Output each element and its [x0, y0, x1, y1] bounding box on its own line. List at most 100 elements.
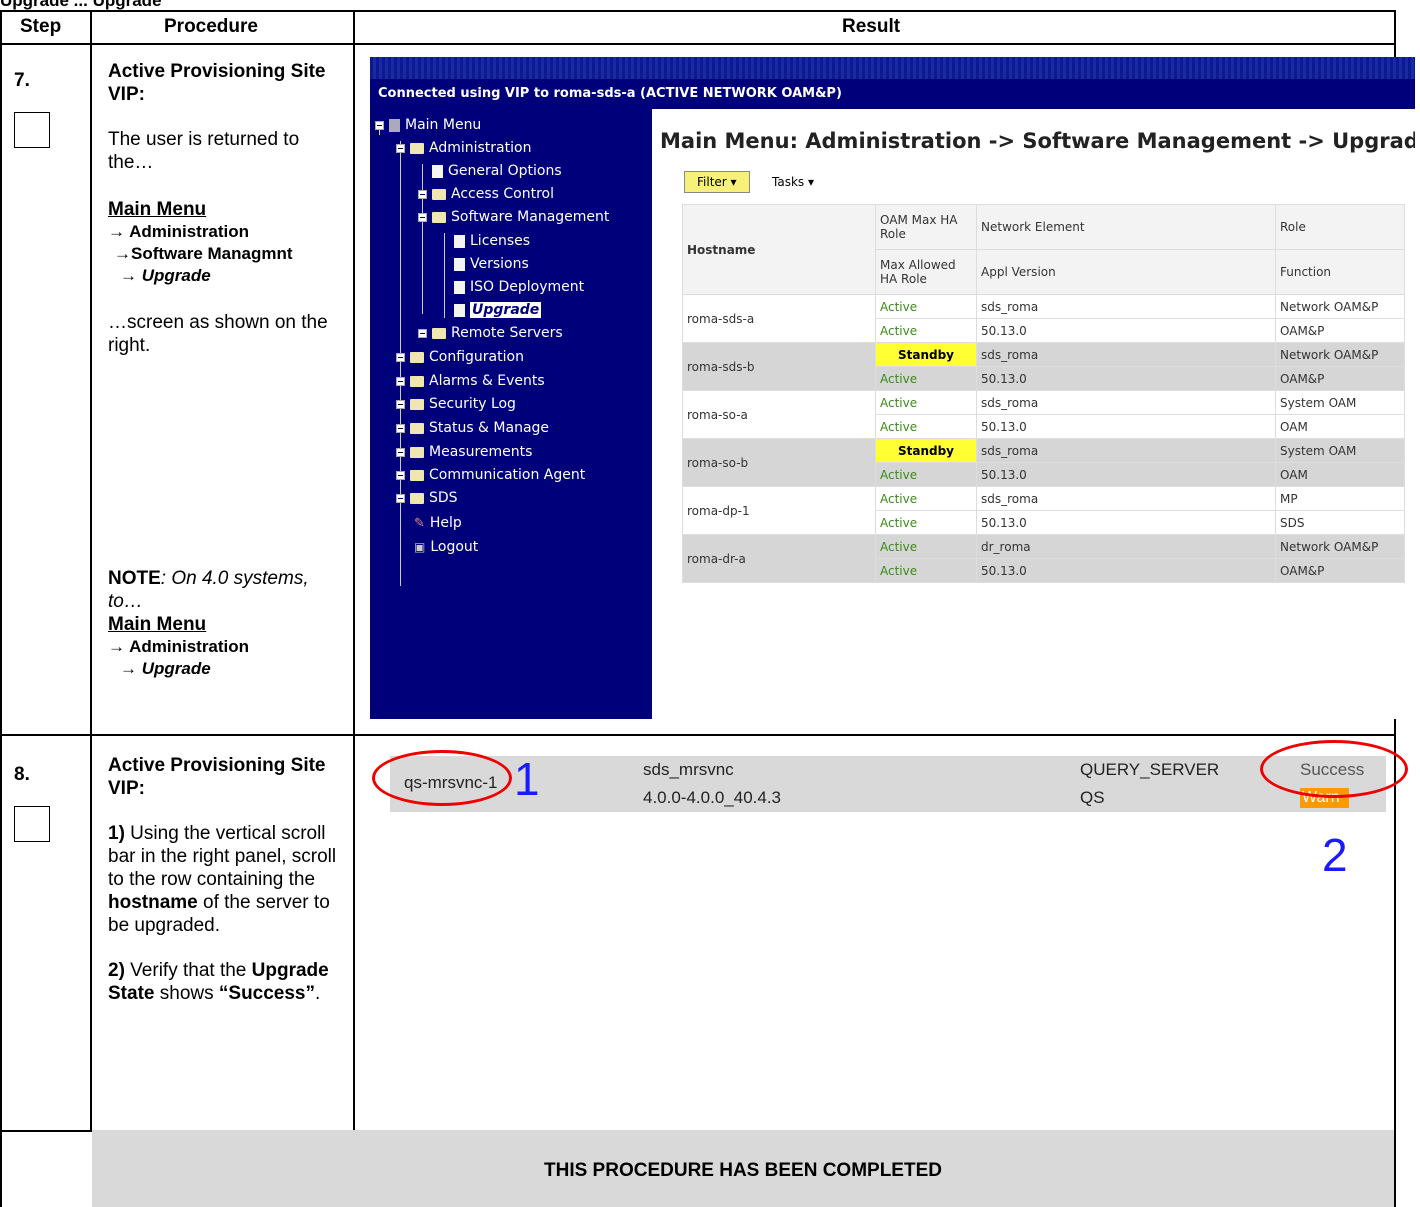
- procedure-completed-banner: THIS PROCEDURE HAS BEEN COMPLETED: [92, 1130, 1394, 1207]
- table-row[interactable]: roma-so-b Standby sds_roma System OAM: [682, 438, 1405, 487]
- expand-icon[interactable]: [396, 352, 405, 362]
- step-8-checkbox[interactable]: [14, 806, 50, 842]
- filter-button[interactable]: Filter ▾: [684, 171, 750, 193]
- expand-icon[interactable]: [396, 423, 405, 433]
- cell-appl-version: 50.13.0: [976, 366, 1276, 391]
- cell-role: System OAM: [1275, 390, 1405, 415]
- collapse-icon[interactable]: [396, 143, 405, 153]
- cell-function: OAM: [1275, 462, 1405, 487]
- tree-general-options[interactable]: General Options: [432, 163, 562, 179]
- step-7-text2: …screen as shown on the right.: [108, 312, 328, 356]
- cell-role: Network OAM&P: [1275, 534, 1405, 559]
- collapse-icon[interactable]: [375, 120, 384, 130]
- step-7-procedure: Active Provisioning Site VIP: The user i…: [108, 60, 344, 357]
- strip-appl-version: 4.0.0-4.0.0_40.4.3: [643, 788, 782, 807]
- tree-security-log[interactable]: Security Log: [396, 396, 516, 412]
- upgrade-table: Hostname OAM Max HA Role Network Element…: [682, 204, 1405, 583]
- tree-communication-agent[interactable]: Communication Agent: [396, 467, 585, 483]
- cell-max-allowed-ha-role: Active: [875, 462, 977, 487]
- folder-icon: [432, 327, 446, 339]
- expand-icon[interactable]: [396, 447, 405, 457]
- cell-network-element: dr_roma: [976, 534, 1276, 559]
- th-oam-max: OAM Max HA Role: [875, 204, 977, 250]
- step-7-menu-l2: →Software Managmnt: [114, 244, 293, 263]
- step-7-checkbox[interactable]: [14, 112, 50, 148]
- tree-sds[interactable]: SDS: [396, 490, 458, 506]
- tree-measurements[interactable]: Measurements: [396, 444, 532, 460]
- tree-remote-servers[interactable]: Remote Servers: [418, 325, 563, 341]
- help-icon: ✎: [414, 515, 425, 531]
- cell-oam-max-ha-role: Active: [875, 294, 977, 319]
- table-row[interactable]: roma-sds-a Active sds_roma Network OAM&P: [682, 294, 1405, 343]
- th-hostname: Hostname: [682, 204, 876, 295]
- cell-appl-version: 50.13.0: [976, 414, 1276, 439]
- expand-icon[interactable]: [396, 399, 405, 409]
- expand-icon[interactable]: [396, 493, 405, 503]
- col-result: Result: [842, 16, 901, 37]
- expand-icon[interactable]: [396, 470, 405, 480]
- chevron-down-icon: ▾: [807, 175, 815, 189]
- collapse-icon[interactable]: [418, 212, 427, 222]
- tree-iso-deployment[interactable]: ISO Deployment: [454, 279, 584, 295]
- tree-software-management[interactable]: Software Management: [418, 209, 609, 225]
- folder-icon: [410, 351, 424, 363]
- table-row[interactable]: roma-so-a Active sds_roma System OAM: [682, 390, 1405, 439]
- tree-logout[interactable]: ▣ Logout: [414, 539, 478, 555]
- folder-icon: [410, 398, 424, 410]
- page-icon: [454, 303, 465, 317]
- cell-max-allowed-ha-role: Active: [875, 510, 977, 535]
- tree-main-menu[interactable]: Main Menu: [375, 117, 481, 133]
- cell-max-allowed-ha-role: Active: [875, 318, 977, 343]
- th-network-element: Network Element: [976, 204, 1276, 250]
- cell-network-element: sds_roma: [976, 438, 1276, 463]
- main-menu-tree: Main Menu Administration General Options…: [370, 109, 652, 719]
- step-7-note: NOTE: On 4.0 systems, to… Main Menu → Ad…: [108, 567, 344, 680]
- page-icon: [454, 234, 465, 248]
- th-role: Role: [1275, 204, 1405, 250]
- tree-administration[interactable]: Administration: [396, 140, 531, 156]
- step-7-menu-l3: → Upgrade: [120, 266, 211, 285]
- tree-versions[interactable]: Versions: [454, 256, 529, 272]
- expand-icon[interactable]: [396, 376, 405, 386]
- tasks-button[interactable]: Tasks ▾: [772, 175, 814, 189]
- cell-function: OAM: [1275, 414, 1405, 439]
- tree-status-manage[interactable]: Status & Manage: [396, 420, 549, 436]
- gui-screenshot: Connected using VIP to roma-sds-a (ACTIV…: [370, 57, 1415, 719]
- connection-banner: Connected using VIP to roma-sds-a (ACTIV…: [370, 79, 1415, 109]
- page-icon: [454, 257, 465, 271]
- cell-appl-version: 50.13.0: [976, 510, 1276, 535]
- th-appl-version: Appl Version: [976, 249, 1276, 295]
- folder-icon: [410, 375, 424, 387]
- expand-icon[interactable]: [418, 328, 427, 338]
- step-7-text1: The user is returned to the…: [108, 129, 300, 173]
- col-procedure: Procedure: [164, 16, 258, 37]
- cell-hostname: roma-so-b: [682, 438, 876, 487]
- callout-number-2: 2: [1322, 829, 1348, 881]
- step-8-title: Active Provisioning Site VIP:: [108, 755, 326, 799]
- table-row[interactable]: roma-dp-1 Active sds_roma MP: [682, 486, 1405, 535]
- table-row[interactable]: roma-dr-a Active dr_roma Network OAM&P: [682, 534, 1405, 583]
- strip-role: QUERY_SERVER: [1080, 760, 1220, 779]
- expand-icon[interactable]: [418, 189, 427, 199]
- strip-network-element: sds_mrsvnc: [643, 760, 734, 779]
- tree-configuration[interactable]: Configuration: [396, 349, 524, 365]
- page-title: Main Menu: Administration -> Software Ma…: [660, 129, 1415, 153]
- cell-max-allowed-ha-role: Active: [875, 558, 977, 583]
- cell-role: MP: [1275, 486, 1405, 511]
- cell-hostname: roma-dr-a: [682, 534, 876, 583]
- cell-role: System OAM: [1275, 438, 1405, 463]
- cell-function: OAM&P: [1275, 318, 1405, 343]
- step-7-title: Active Provisioning Site VIP:: [108, 61, 326, 105]
- tree-upgrade[interactable]: Upgrade: [454, 302, 542, 318]
- tree-access-control[interactable]: Access Control: [418, 186, 554, 202]
- tree-licenses[interactable]: Licenses: [454, 233, 530, 249]
- step-7-menu-title: Main Menu: [108, 199, 207, 220]
- th-max-allowed: Max Allowed HA Role: [875, 249, 977, 295]
- table-row[interactable]: roma-sds-b Standby sds_roma Network OAM&P: [682, 342, 1405, 391]
- step-7-number: 7.: [14, 70, 30, 91]
- tree-alarms-events[interactable]: Alarms & Events: [396, 373, 545, 389]
- tree-help[interactable]: ✎ Help: [414, 515, 462, 531]
- callout-ellipse-state: [1260, 740, 1408, 798]
- step-7-menu-l1: → Administration: [108, 222, 250, 241]
- page-icon: [432, 164, 443, 178]
